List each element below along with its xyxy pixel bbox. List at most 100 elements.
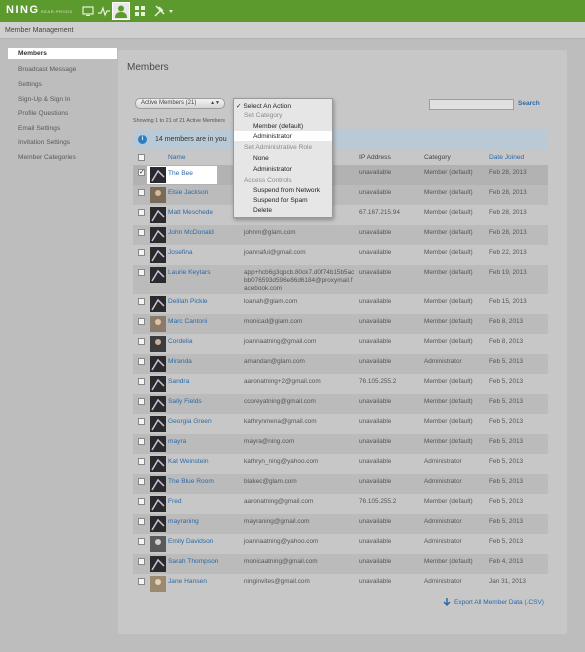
row-checkbox[interactable] xyxy=(138,249,145,256)
row-name[interactable]: Josefina xyxy=(168,249,193,256)
avatar[interactable] xyxy=(150,187,166,203)
menu-item-delete[interactable]: Delete xyxy=(253,207,272,214)
row-checkbox[interactable] xyxy=(138,578,145,585)
tools-icon[interactable] xyxy=(154,5,174,17)
avatar[interactable] xyxy=(150,396,166,412)
sidebar-item-member-categories[interactable]: Member Categories xyxy=(18,154,76,161)
row-name[interactable]: Miranda xyxy=(168,358,192,365)
avatar[interactable] xyxy=(150,227,166,243)
avatar[interactable] xyxy=(150,167,166,183)
row-name[interactable]: Georgia Green xyxy=(168,418,212,425)
avatar[interactable] xyxy=(150,207,166,223)
row-checkbox[interactable]: ✓ xyxy=(138,169,145,176)
row-name[interactable]: mayra xyxy=(168,438,186,445)
row-name[interactable]: Emily Davidson xyxy=(168,538,213,545)
row-name[interactable]: Jane Hansen xyxy=(168,578,207,585)
grid-icon[interactable] xyxy=(134,5,146,17)
row-checkbox[interactable] xyxy=(138,558,145,565)
row-email: joannaful@gmail.com xyxy=(244,249,306,256)
avatar[interactable] xyxy=(150,516,166,532)
row-checkbox[interactable] xyxy=(138,438,145,445)
avatar[interactable] xyxy=(150,247,166,263)
sidebar-item-invitation-settings[interactable]: Invitation Settings xyxy=(18,139,70,146)
row-checkbox[interactable] xyxy=(138,418,145,425)
ning-logo[interactable]: NING xyxy=(6,4,40,16)
row-name[interactable]: Laurie Keytars xyxy=(168,269,211,276)
avatar[interactable] xyxy=(150,436,166,452)
export-csv-link[interactable]: Export All Member Data (.CSV) xyxy=(454,599,544,606)
avatar[interactable] xyxy=(150,316,166,332)
column-header-name[interactable]: Name xyxy=(168,154,186,161)
avatar[interactable] xyxy=(150,456,166,472)
row-date: Feb 5, 2013 xyxy=(489,398,524,405)
row-name[interactable]: Matt Meschede xyxy=(168,209,213,216)
row-checkbox[interactable] xyxy=(138,338,145,345)
menu-item-administrator[interactable]: Administrator xyxy=(253,133,292,140)
row-name[interactable]: Sarah Thompson xyxy=(168,558,218,565)
avatar[interactable] xyxy=(150,336,166,352)
menu-item-suspend-network[interactable]: Suspend from Network xyxy=(253,187,320,194)
sidebar-item-email-settings[interactable]: Email Settings xyxy=(18,125,60,132)
sidebar-item-profile-questions[interactable]: Profile Questions xyxy=(18,110,68,117)
row-email: monicaatning@gmail.com xyxy=(244,558,318,565)
avatar[interactable] xyxy=(150,267,166,283)
row-checkbox[interactable] xyxy=(138,378,145,385)
avatar[interactable] xyxy=(150,356,166,372)
avatar[interactable] xyxy=(150,496,166,512)
row-checkbox[interactable] xyxy=(138,358,145,365)
menu-item-suspend-spam[interactable]: Suspend for Spam xyxy=(253,197,308,204)
row-name[interactable]: Elsie Jackson xyxy=(168,189,208,196)
avatar[interactable] xyxy=(150,416,166,432)
member-filter-select[interactable]: Active Members (21) ▲▼ xyxy=(135,98,225,109)
row-category: Member (default) xyxy=(424,318,473,325)
activity-icon[interactable] xyxy=(98,5,110,17)
avatar[interactable] xyxy=(150,576,166,592)
row-name[interactable]: Kat Weinstein xyxy=(168,458,209,465)
menu-item-select-action[interactable]: ✓ Select An Action xyxy=(236,102,291,110)
row-checkbox[interactable] xyxy=(138,229,145,236)
row-checkbox[interactable] xyxy=(138,458,145,465)
row-date: Feb 28, 2013 xyxy=(489,229,527,236)
row-checkbox[interactable] xyxy=(138,478,145,485)
avatar[interactable] xyxy=(150,376,166,392)
row-checkbox[interactable] xyxy=(138,518,145,525)
avatar[interactable] xyxy=(150,556,166,572)
user-icon[interactable] xyxy=(112,2,130,20)
row-checkbox[interactable] xyxy=(138,298,145,305)
menu-item-role-none[interactable]: None xyxy=(253,155,269,162)
row-checkbox[interactable] xyxy=(138,209,145,216)
row-name[interactable]: Sandra xyxy=(168,378,189,385)
menu-item-role-administrator[interactable]: Administrator xyxy=(253,166,292,173)
row-name[interactable]: Sally Fields xyxy=(168,398,202,405)
row-name[interactable]: Delilah Pickle xyxy=(168,298,208,305)
row-checkbox[interactable] xyxy=(138,269,145,276)
row-name[interactable]: Fred xyxy=(168,498,182,505)
row-checkbox[interactable] xyxy=(138,538,145,545)
row-name[interactable]: The Blue Room xyxy=(168,478,214,485)
row-checkbox[interactable] xyxy=(138,318,145,325)
column-header-date-joined[interactable]: Date Joined xyxy=(489,154,524,161)
search-button[interactable]: Search xyxy=(518,100,540,107)
avatar[interactable] xyxy=(150,536,166,552)
row-checkbox[interactable] xyxy=(138,498,145,505)
row-name[interactable]: John McDonald xyxy=(168,229,214,236)
sidebar-item-broadcast-message[interactable]: Broadcast Message xyxy=(18,66,76,73)
sidebar-item-settings[interactable]: Settings xyxy=(18,81,42,88)
sidebar-item-sign-up-sign-in[interactable]: Sign-Up & Sign In xyxy=(18,96,70,103)
monitor-icon[interactable] xyxy=(82,5,94,17)
row-name[interactable]: mayraning xyxy=(168,518,199,525)
avatar[interactable] xyxy=(150,476,166,492)
menu-item-member-default[interactable]: Member (default) xyxy=(253,123,303,130)
row-checkbox[interactable] xyxy=(138,189,145,196)
row-email: joannaatning@gmail.com xyxy=(244,338,317,345)
row-name[interactable]: Marc Cantoni xyxy=(168,318,207,325)
avatar[interactable] xyxy=(150,296,166,312)
top-navigation-bar: NING REAR-PRODS xyxy=(0,0,585,22)
row-name[interactable]: The Bee xyxy=(168,170,193,177)
table-row: Josefina joannaful@gmail.com unavailable… xyxy=(133,245,548,265)
sidebar-item-members[interactable]: Members xyxy=(8,48,117,59)
select-all-checkbox[interactable] xyxy=(138,154,145,161)
row-checkbox[interactable] xyxy=(138,398,145,405)
row-name[interactable]: Cordelia xyxy=(168,338,193,345)
search-input[interactable] xyxy=(429,99,514,110)
